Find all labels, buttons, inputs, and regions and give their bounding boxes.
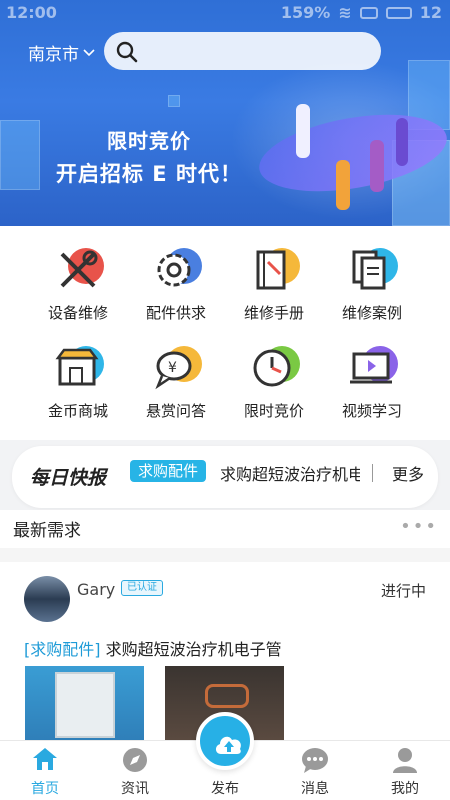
- avatar[interactable]: [24, 576, 70, 622]
- battery-percent: 159%: [280, 3, 331, 22]
- daily-news-bar[interactable]: 每日快报 求购配件 求购超短波治疗机电子管 更多: [12, 446, 438, 508]
- user-icon: [393, 748, 417, 773]
- wifi-icon: ≋: [338, 3, 352, 22]
- menu-item-limited-bidding[interactable]: 限时竞价: [224, 344, 324, 421]
- tab-label: 发布: [211, 781, 239, 797]
- chevron-down-icon: [83, 48, 95, 56]
- latest-section-header: 最新需求 •••: [0, 510, 450, 548]
- menu-item-label: 设备维修: [47, 304, 108, 322]
- menu-item-label: 维修案例: [341, 304, 402, 322]
- banner-figure: [370, 140, 384, 192]
- banner-figure: [296, 104, 310, 158]
- tab-messages[interactable]: 消息: [270, 741, 360, 798]
- status-time: 12:00: [6, 3, 57, 22]
- clock-icon: [250, 344, 300, 392]
- feature-menu: 设备维修 配件供求 维修手册 维修案例 金币商城 ¥ 悬赏问答 限时竞价 视频学…: [0, 226, 450, 440]
- compass-icon: [123, 748, 147, 772]
- banner-slogan-line2: 开启招标 E 时代！: [56, 162, 242, 186]
- demand-title[interactable]: [求购配件] 求购超短波治疗机电子管: [24, 636, 282, 660]
- upload-cloud-icon: [215, 736, 241, 754]
- more-link[interactable]: 更多: [392, 461, 424, 485]
- tab-label: 资讯: [121, 781, 149, 797]
- home-icon: [33, 748, 57, 770]
- status-right: 159% ≋ 12: [281, 3, 442, 22]
- shop-icon: [54, 344, 104, 392]
- menu-item-label: 视频学习: [341, 402, 402, 420]
- banner-figure: [396, 118, 408, 166]
- status-label: 进行中: [380, 582, 426, 600]
- publish-button[interactable]: [196, 712, 254, 770]
- document-icon: [348, 246, 398, 294]
- menu-item-parts-supply[interactable]: 配件供求: [126, 246, 226, 323]
- news-divider: [372, 464, 373, 482]
- chat-icon: [302, 748, 328, 773]
- banner-cube: [0, 120, 40, 190]
- manual-icon: [250, 246, 300, 294]
- search-icon: [116, 41, 138, 63]
- menu-item-label: 维修手册: [243, 304, 304, 322]
- sim-icon: [359, 6, 378, 19]
- tab-home[interactable]: 首页: [0, 741, 90, 798]
- tab-news[interactable]: 资讯: [90, 741, 180, 798]
- svg-text:¥: ¥: [168, 360, 177, 376]
- tools-icon: [54, 246, 104, 294]
- verified-badge: 已认证: [121, 580, 163, 596]
- tab-label: 首页: [31, 781, 59, 797]
- tab-label: 我的: [391, 781, 419, 797]
- status-number: 12: [419, 3, 442, 22]
- menu-item-label: 悬赏问答: [145, 402, 206, 420]
- more-dots-icon[interactable]: •••: [400, 516, 438, 537]
- banner-slogan-line1: 限时竞价: [107, 129, 191, 153]
- daily-news-title: 每日快报: [30, 467, 107, 489]
- city-label: 南京市: [28, 45, 79, 65]
- tab-label: 消息: [301, 781, 329, 797]
- menu-item-repair-cases[interactable]: 维修案例: [322, 246, 422, 323]
- news-headline[interactable]: 求购超短波治疗机电子管: [220, 461, 360, 485]
- menu-item-label: 金币商城: [47, 402, 108, 420]
- news-category-badge: 求购配件: [130, 460, 207, 482]
- tab-profile[interactable]: 我的: [360, 741, 450, 798]
- user-name: Gary: [77, 580, 116, 599]
- gear-icon: [152, 246, 202, 294]
- demand-category: [求购配件]: [24, 640, 101, 659]
- menu-item-coin-mall[interactable]: 金币商城: [28, 344, 128, 421]
- section-gap: [0, 548, 450, 562]
- banner[interactable]: 12:00 159% ≋ 12 南京市 限时竞价 开启招标 E 时代！: [0, 0, 450, 226]
- search-input[interactable]: [104, 32, 381, 70]
- menu-item-label: 配件供求: [145, 304, 206, 322]
- qa-icon: ¥: [152, 344, 202, 392]
- menu-item-repair-manual[interactable]: 维修手册: [224, 246, 324, 323]
- banner-figure: [336, 160, 350, 210]
- banner-cube: [168, 95, 180, 107]
- video-icon: [348, 344, 398, 392]
- battery-icon: [385, 6, 412, 19]
- menu-item-video-learning[interactable]: 视频学习: [322, 344, 422, 421]
- menu-item-equipment-repair[interactable]: 设备维修: [28, 246, 128, 323]
- city-selector[interactable]: 南京市: [28, 40, 95, 65]
- section-title: 最新需求: [13, 521, 81, 541]
- demand-text: 求购超短波治疗机电子管: [105, 640, 282, 659]
- menu-item-bounty-qa[interactable]: ¥ 悬赏问答: [126, 344, 226, 421]
- demand-photo[interactable]: [25, 666, 144, 740]
- menu-item-label: 限时竞价: [243, 402, 304, 420]
- status-bar: 12:00 159% ≋ 12: [0, 0, 450, 26]
